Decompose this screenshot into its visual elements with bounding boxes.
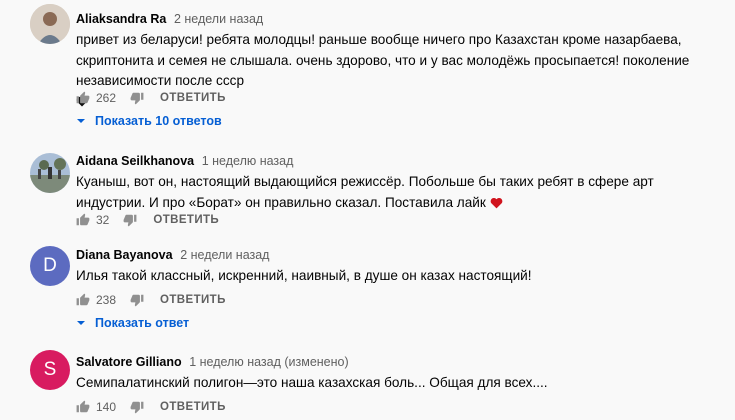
thumb-down-icon[interactable] (130, 400, 144, 414)
avatar[interactable] (30, 153, 70, 193)
reply-button[interactable]: ОТВЕТИТЬ (153, 214, 219, 226)
comment-time[interactable]: 2 недели назад (174, 12, 263, 26)
like-count: 262 (96, 91, 117, 105)
thumb-down-icon[interactable] (123, 213, 137, 227)
reply-button[interactable]: ОТВЕТИТЬ (160, 294, 226, 306)
comment-text: Семипалатинский полигон—это наша казахск… (76, 375, 548, 390)
show-replies-button[interactable]: Показать 10 ответов (76, 114, 222, 128)
avatar[interactable] (30, 4, 70, 44)
like-count: 238 (96, 293, 117, 307)
comment-actions: 32 ОТВЕТИТЬ (76, 209, 219, 231)
show-replies-label: Показать ответ (95, 316, 190, 330)
avatar-letter: D (43, 255, 57, 276)
avatar[interactable]: D (30, 246, 70, 286)
author-name[interactable]: Aidana Seilkhanova (76, 154, 194, 168)
thumb-down-icon[interactable] (130, 293, 144, 307)
thumb-down-icon[interactable] (130, 91, 144, 105)
comment-text: Куаныш, вот он, настоящий выдающийся реж… (76, 172, 716, 213)
author-name[interactable]: Salvatore Gilliano (76, 355, 182, 369)
show-replies-label: Показать 10 ответов (95, 114, 222, 128)
comment-time[interactable]: 1 неделю назад (202, 154, 294, 168)
avatar-letter: S (43, 359, 57, 380)
avatar[interactable]: S (30, 350, 70, 390)
comment-text-content: привет из беларуси! ребята молодцы! рань… (76, 32, 690, 88)
reply-button[interactable]: ОТВЕТИТЬ (160, 92, 226, 104)
reply-button[interactable]: ОТВЕТИТЬ (160, 401, 226, 413)
thumb-up-icon[interactable] (76, 213, 90, 227)
comment-text: Илья такой классный, искренний, наивный,… (76, 268, 532, 283)
comment-text-content: Куаныш, вот он, настоящий выдающийся реж… (76, 174, 654, 210)
thumb-up-icon[interactable] (76, 91, 90, 105)
thumb-up-icon[interactable] (76, 293, 90, 307)
author-name[interactable]: Diana Bayanova (76, 248, 173, 262)
caret-down-icon (77, 321, 85, 325)
comment-actions: 262 ОТВЕТИТЬ (76, 87, 226, 109)
like-count: 32 (96, 213, 110, 227)
thumb-up-icon[interactable] (76, 400, 90, 414)
comment-time[interactable]: 2 недели назад (180, 248, 269, 262)
caret-down-icon (77, 119, 85, 123)
avatar-photo (30, 4, 70, 44)
author-name[interactable]: Aliaksandra Ra (76, 12, 166, 26)
comment-time[interactable]: 1 неделю назад (изменено) (189, 355, 348, 369)
red-heart-icon (490, 197, 502, 209)
comment-actions: 140 ОТВЕТИТЬ (76, 396, 226, 418)
comment-actions: 238 ОТВЕТИТЬ (76, 289, 226, 311)
avatar-photo (30, 153, 70, 193)
like-count: 140 (96, 400, 117, 414)
show-replies-button[interactable]: Показать ответ (76, 316, 189, 330)
